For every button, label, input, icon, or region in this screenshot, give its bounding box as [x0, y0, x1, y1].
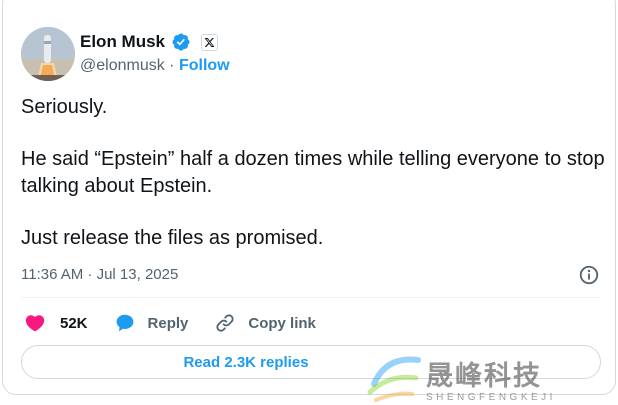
tweet-line: He said “Epstein” half a dozen times whi… [21, 148, 605, 197]
read-replies-button[interactable]: Read 2.3K replies [21, 345, 601, 379]
reply-label: Reply [147, 314, 189, 332]
tweet-timestamp[interactable]: 11:36 AM · Jul 13, 2025 [21, 265, 178, 285]
starship-launch-avatar-icon [21, 27, 75, 81]
like-count: 52K [60, 314, 88, 332]
reply-button[interactable]: Reply [114, 312, 189, 334]
follow-button[interactable]: Follow [179, 57, 230, 74]
copy-link-button[interactable]: Copy link [214, 312, 316, 334]
info-icon[interactable] [578, 264, 600, 286]
link-icon [216, 314, 234, 332]
author-name-row: Elon Musk [80, 31, 219, 53]
tweet-line: Seriously. [21, 96, 108, 118]
tweet-text: Seriously. He said “Epstein” half a doze… [21, 94, 606, 252]
verified-badge-icon [172, 33, 190, 51]
divider [21, 297, 601, 298]
tweet-line: Just release the files as promised. [21, 227, 324, 249]
tweet-actions: 52K Reply Copy link [24, 310, 342, 336]
author-handle-row: @elonmusk · Follow [80, 56, 230, 76]
like-button[interactable]: 52K [24, 312, 88, 334]
heart-icon [25, 315, 45, 332]
handle-separator: · [169, 57, 175, 74]
read-replies-label: Read 2.3K replies [183, 353, 309, 371]
copy-link-label: Copy link [248, 314, 316, 332]
x-logo-icon [201, 33, 219, 51]
author-handle[interactable]: @elonmusk [80, 57, 165, 74]
avatar[interactable] [21, 27, 75, 81]
author-display-name[interactable]: Elon Musk [80, 32, 165, 52]
speech-bubble-icon [116, 314, 133, 332]
